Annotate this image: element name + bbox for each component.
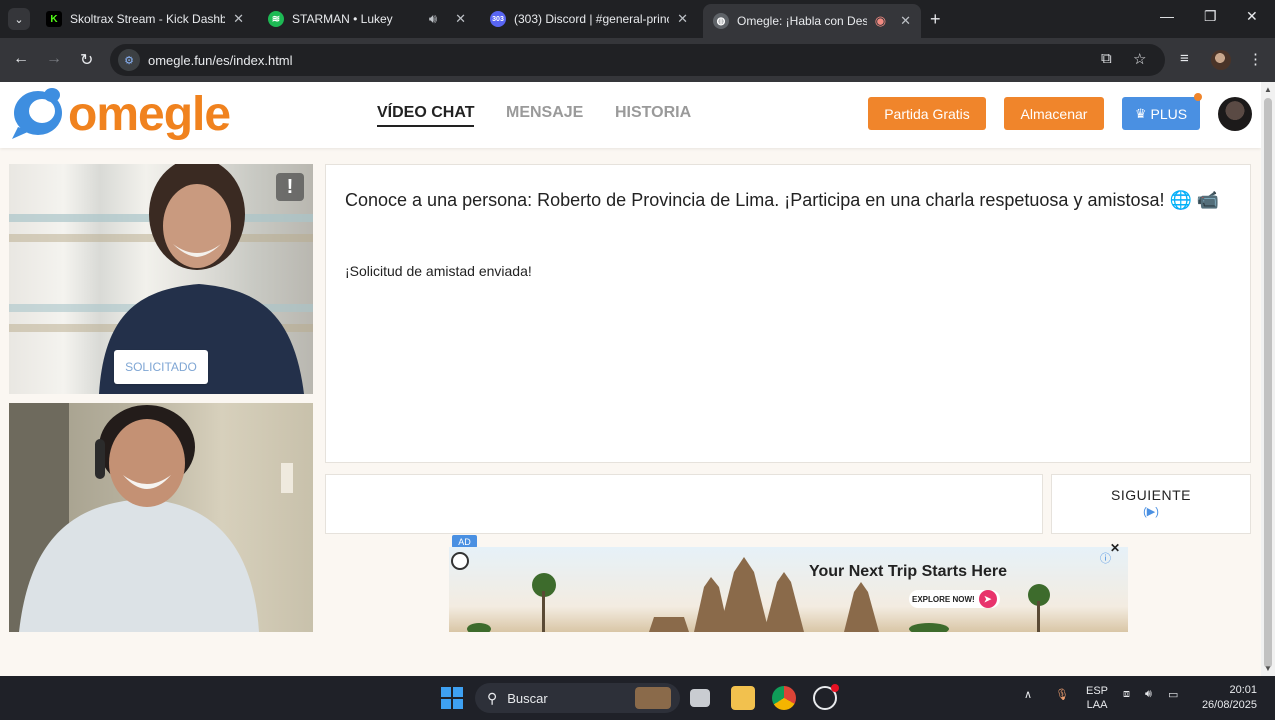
ad-explore-button[interactable]: EXPLORE NOW! ➤ bbox=[909, 590, 1000, 608]
clock-time: 20:01 bbox=[1229, 684, 1257, 696]
microphone-icon[interactable]: 🎙︎ bbox=[1055, 688, 1069, 701]
address-bar[interactable]: ⚙ omegle.fun/es/index.html bbox=[110, 44, 1165, 76]
network-icon[interactable]: ⧈ bbox=[1123, 688, 1130, 701]
tab-spotify[interactable]: ≋ STARMAN • Lukey 🔊︎ ✕ bbox=[258, 2, 476, 36]
close-icon[interactable]: ✕ bbox=[677, 11, 688, 27]
tab-title: (303) Discord | #general-princip bbox=[514, 12, 670, 26]
omegle-logo[interactable]: omegle bbox=[8, 86, 231, 142]
recording-dot bbox=[831, 684, 839, 692]
file-explorer-icon[interactable] bbox=[731, 686, 755, 710]
chat-log: Conoce a una persona: Roberto de Provinc… bbox=[325, 164, 1251, 463]
language-indicator[interactable]: ESP LAA bbox=[1086, 684, 1108, 712]
globe-icon: ◍ bbox=[713, 13, 729, 29]
siguiente-button[interactable]: SIGUIENTE (▶) bbox=[1051, 474, 1251, 534]
scroll-down-icon[interactable]: ▼ bbox=[1263, 664, 1273, 673]
user-avatar[interactable] bbox=[1218, 97, 1252, 131]
url-text: omegle.fun/es/index.html bbox=[148, 52, 293, 68]
window-close-icon[interactable]: ✕ bbox=[1246, 8, 1258, 25]
paper-plane-icon: ➤ bbox=[978, 590, 997, 608]
scroll-up-icon[interactable]: ▲ bbox=[1263, 85, 1273, 94]
close-icon[interactable]: ✕ bbox=[455, 11, 466, 27]
volume-icon[interactable]: 🔊︎ bbox=[1145, 688, 1152, 701]
tab-kick[interactable]: K Skoltrax Stream - Kick Dashboa ✕ bbox=[36, 2, 254, 36]
task-view-icon[interactable] bbox=[690, 689, 710, 707]
friend-request-status: ¡Solicitud de amistad enviada! bbox=[345, 263, 532, 279]
ad-advertiser-logo bbox=[451, 552, 469, 570]
tray-chevron-icon[interactable]: ∧ bbox=[1024, 688, 1032, 701]
taskbar-search[interactable]: ⚲ Buscar bbox=[475, 683, 680, 713]
browser-toolbar: ← → ↻ ⚙ omegle.fun/es/index.html ⧉ ☆ ≡ ⋮ bbox=[0, 38, 1275, 82]
self-video bbox=[9, 403, 313, 632]
play-icon: (▶) bbox=[1143, 506, 1159, 518]
partida-gratis-button[interactable]: Partida Gratis bbox=[868, 97, 986, 130]
chrome-icon[interactable] bbox=[772, 686, 796, 710]
plus-label: PLUS bbox=[1150, 105, 1188, 122]
search-highlight-icon bbox=[635, 687, 671, 709]
back-icon[interactable]: ← bbox=[13, 50, 29, 68]
speaker-icon[interactable]: 🔊︎ bbox=[429, 11, 437, 27]
logo-text: omegle bbox=[68, 87, 231, 141]
media-control-icon[interactable]: ≡ bbox=[1180, 50, 1189, 67]
new-tab-icon[interactable]: + bbox=[930, 9, 941, 30]
page-viewport: omegle VÍDEO CHAT MENSAJE HISTORIA Parti… bbox=[0, 82, 1261, 676]
nav-historia[interactable]: HISTORIA bbox=[615, 104, 691, 122]
siguiente-label: SIGUIENTE bbox=[1111, 487, 1191, 503]
temple-illustration bbox=[467, 557, 1050, 632]
ad-banner[interactable]: Your Next Trip Starts Here EXPLORE NOW! … bbox=[449, 547, 1128, 632]
browser-tabstrip: ⌄ K Skoltrax Stream - Kick Dashboa ✕ ≋ S… bbox=[0, 0, 1275, 38]
spotify-icon: ≋ bbox=[268, 11, 284, 27]
ad-close-icon[interactable]: ✕ bbox=[1110, 541, 1120, 555]
tab-title: Omegle: ¡Habla con Descon bbox=[737, 14, 867, 28]
close-icon[interactable]: ✕ bbox=[233, 11, 244, 27]
tab-search-button[interactable]: ⌄ bbox=[8, 8, 30, 30]
tab-title: STARMAN • Lukey bbox=[292, 12, 393, 26]
restore-icon[interactable]: ❐ bbox=[1204, 8, 1217, 25]
tab-omegle[interactable]: ◍ Omegle: ¡Habla con Descon ◉ ✕ bbox=[703, 4, 921, 38]
tab-title: Skoltrax Stream - Kick Dashboa bbox=[70, 12, 226, 26]
lang-top: ESP bbox=[1086, 685, 1109, 697]
nav-mensaje[interactable]: MENSAJE bbox=[506, 104, 583, 122]
battery-icon[interactable]: ▭ bbox=[1168, 688, 1178, 701]
minimize-icon[interactable]: — bbox=[1160, 8, 1174, 24]
chat-intro-text: Conoce a una persona: Roberto de Provinc… bbox=[345, 190, 1220, 210]
search-icon: ⚲ bbox=[487, 689, 498, 706]
page-scrollbar[interactable]: ▲ ▼ bbox=[1261, 82, 1275, 676]
reload-icon[interactable]: ↻ bbox=[80, 50, 93, 70]
message-input[interactable] bbox=[325, 474, 1043, 534]
ad-headline: Your Next Trip Starts Here bbox=[809, 563, 1007, 580]
forward-icon[interactable]: → bbox=[46, 50, 62, 68]
nav-video-chat[interactable]: VÍDEO CHAT bbox=[377, 104, 475, 127]
plus-button[interactable]: ♛ PLUS bbox=[1122, 97, 1200, 130]
stranger-video: ! SOLICITADO bbox=[9, 164, 313, 394]
kick-icon: K bbox=[46, 11, 62, 27]
lang-bottom: LAA bbox=[1086, 699, 1108, 711]
search-placeholder: Buscar bbox=[507, 690, 548, 706]
taskbar-clock[interactable]: 20:01 26/08/2025 bbox=[1197, 683, 1257, 713]
ad-cta-label: EXPLORE NOW! bbox=[912, 594, 975, 604]
almacenar-button[interactable]: Almacenar bbox=[1004, 97, 1104, 130]
close-icon[interactable]: ✕ bbox=[900, 13, 911, 29]
clock-date: 26/08/2025 bbox=[1201, 699, 1257, 711]
crown-icon: ♛ bbox=[1134, 105, 1147, 121]
recording-icon: ◉ bbox=[874, 13, 887, 28]
windows-start-icon[interactable] bbox=[441, 687, 463, 709]
discord-icon: 303 bbox=[490, 11, 506, 27]
menu-kebab-icon[interactable]: ⋮ bbox=[1248, 50, 1263, 68]
logo-mark-icon bbox=[8, 87, 66, 141]
ad-info-icon[interactable]: ⓘ bbox=[1100, 550, 1111, 566]
solicitado-button[interactable]: SOLICITADO bbox=[114, 350, 208, 384]
site-info-icon[interactable]: ⚙ bbox=[118, 49, 140, 71]
site-header: omegle VÍDEO CHAT MENSAJE HISTORIA Parti… bbox=[0, 82, 1261, 148]
bookmark-star-icon[interactable]: ☆ bbox=[1133, 50, 1146, 68]
windows-taskbar: ⚲ Buscar ∧ 🎙︎ ESP LAA ⧈ 🔊︎ ▭ 20:01 26/08… bbox=[0, 676, 1275, 720]
self-person bbox=[19, 405, 259, 632]
install-app-icon[interactable]: ⧉ bbox=[1101, 50, 1112, 67]
browser-profile-avatar[interactable] bbox=[1211, 50, 1231, 70]
tab-discord[interactable]: 303 (303) Discord | #general-princip ✕ bbox=[480, 2, 698, 36]
report-button[interactable]: ! bbox=[276, 173, 304, 201]
scrollbar-thumb[interactable] bbox=[1264, 98, 1272, 668]
notification-dot bbox=[1194, 93, 1202, 101]
